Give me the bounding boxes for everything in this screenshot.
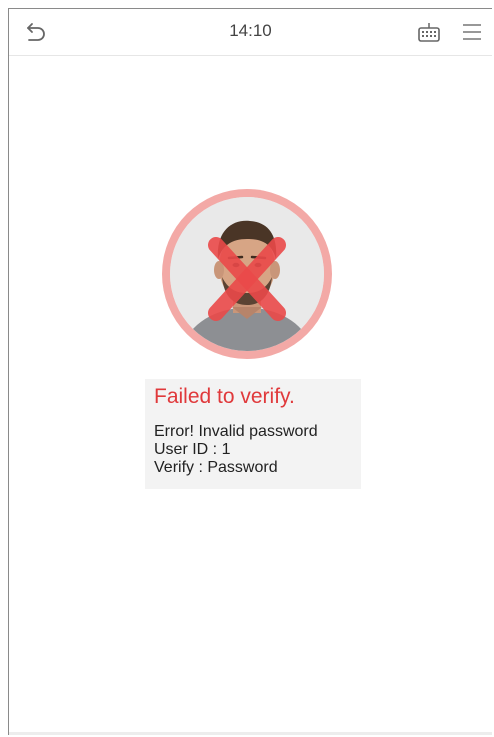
keyboard-button[interactable] (417, 22, 441, 44)
verify-method-text: Verify : Password (154, 459, 278, 476)
top-status-bar: 14:10 (9, 9, 492, 56)
back-arrow-icon (27, 23, 45, 41)
keyboard-icon (418, 23, 440, 42)
menu-button[interactable] (461, 22, 483, 42)
error-message: Error! Invalid password (154, 423, 318, 440)
x-mark-icon (208, 237, 286, 321)
user-id-text: User ID : 1 (154, 441, 231, 458)
verification-result-panel: Failed to verify. Error! Invalid passwor… (145, 379, 361, 489)
back-button[interactable] (23, 21, 47, 43)
bottom-shadow (9, 732, 492, 735)
face-photo-ring (162, 189, 332, 359)
face-photo (170, 197, 324, 351)
hamburger-menu-icon (463, 24, 481, 40)
verification-screen: 14:10 Failed to verify. Error! Invalid p… (8, 8, 492, 735)
result-title: Failed to verify. (154, 385, 295, 408)
